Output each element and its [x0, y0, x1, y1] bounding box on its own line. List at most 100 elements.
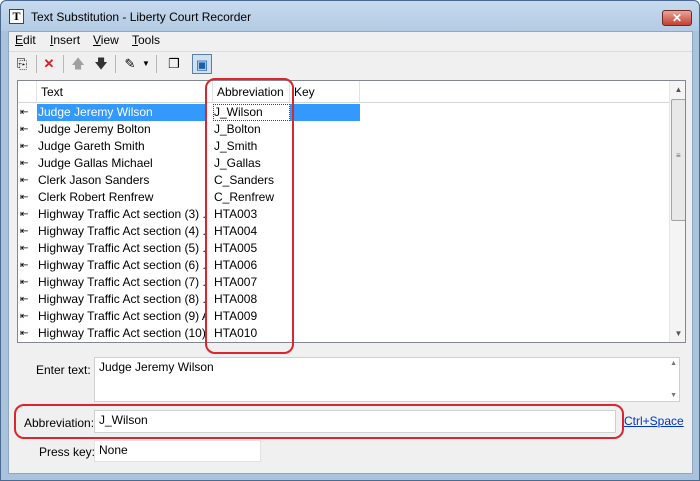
row-key [290, 291, 360, 308]
vertical-scrollbar[interactable]: ▲ ≡ ▼ [669, 81, 685, 342]
table-row[interactable]: ⇤ Judge Gareth Smith J_Smith [18, 138, 360, 155]
row-text: Highway Traffic Act section (4) ... [38, 224, 205, 238]
abbreviation-field-callout [14, 404, 624, 439]
table-row[interactable]: ⇤ Highway Traffic Act section (9) A... HTA… [18, 308, 360, 325]
enter-text-field[interactable]: Judge Jeremy Wilson ▲ ▼ [94, 357, 680, 402]
row-key [290, 240, 360, 257]
header-marker-column [18, 81, 37, 103]
row-text: Clerk Jason Sanders [38, 173, 150, 187]
enter-text-label: Enter text: [36, 363, 91, 377]
row-marker-icon: ⇤ [20, 277, 29, 288]
toolbar: ⎘ ✕ 🡅 🡇 ✎ ▼ ❐ ▣ [9, 51, 692, 75]
app-icon: T [9, 9, 24, 24]
row-key [290, 257, 360, 274]
row-marker-icon: ⇤ [20, 158, 29, 169]
dropdown-arrow-icon[interactable]: ▼ [140, 54, 152, 74]
menu-edit[interactable]: Edit [15, 33, 36, 47]
field-scroll-up-icon[interactable]: ▲ [670, 360, 677, 367]
row-text: Judge Gareth Smith [38, 139, 145, 153]
row-text: Clerk Robert Renfrew [38, 190, 154, 204]
header-text[interactable]: Text [37, 81, 213, 103]
abbreviation-column-callout [205, 78, 294, 354]
menu-tools[interactable]: Tools [132, 33, 160, 47]
row-key [290, 308, 360, 325]
toggle-view-icon[interactable]: ▣ [192, 54, 212, 74]
row-marker-icon: ⇤ [20, 192, 29, 203]
menu-label: nsert [53, 33, 81, 47]
table-row[interactable]: ⇤ Highway Traffic Act section (3) ... HTA0… [18, 206, 360, 223]
scroll-down-icon[interactable]: ▼ [670, 325, 685, 342]
table-row[interactable]: ⇤ Highway Traffic Act section (8) ... HTA0… [18, 291, 360, 308]
table-row[interactable]: ⇤ Judge Jeremy Bolton J_Bolton [18, 121, 360, 138]
row-key [290, 155, 360, 172]
row-marker-icon: ⇤ [20, 175, 29, 186]
window-title: Text Substitution - Liberty Court Record… [31, 10, 252, 24]
row-text: Highway Traffic Act section (5) ... [38, 241, 205, 255]
table-row[interactable]: ⇤ Highway Traffic Act section (10) ... HTA… [18, 325, 360, 342]
table-row[interactable]: ⇤ Judge Gallas Michael J_Gallas [18, 155, 360, 172]
row-key [290, 189, 360, 206]
substitution-table[interactable]: Text Abbreviation Key ⇤ Judge Jeremy Wils… [17, 80, 686, 343]
header-key[interactable]: Key [290, 81, 360, 103]
new-entry-icon[interactable]: ⎘ [12, 54, 32, 74]
menu-label: iew [100, 33, 119, 47]
row-marker-icon: ⇤ [20, 141, 29, 152]
table-row[interactable]: ⇤ Highway Traffic Act section (4) ... HTA0… [18, 223, 360, 240]
row-marker-icon: ⇤ [20, 124, 29, 135]
table-row[interactable]: ⇤ Highway Traffic Act section (5) ... HTA0… [18, 240, 360, 257]
delete-icon[interactable]: ✕ [39, 54, 59, 74]
menu-bar: Edit Insert View Tools [9, 32, 692, 50]
row-marker-icon: ⇤ [20, 260, 29, 271]
app-window: T Text Substitution - Liberty Court Reco… [0, 0, 700, 481]
row-key [290, 172, 360, 189]
toolbar-separator [63, 55, 64, 73]
move-down-icon[interactable]: 🡇 [91, 54, 111, 74]
close-button[interactable]: ✕ [662, 10, 692, 26]
row-text: Highway Traffic Act section (7) ... [38, 275, 205, 289]
edit-pen-icon[interactable]: ✎ [120, 54, 140, 74]
row-key [290, 223, 360, 240]
press-key-value: None [99, 443, 128, 457]
table-row[interactable]: ⇤ Highway Traffic Act section (6) ... HTA0… [18, 257, 360, 274]
toolbar-separator [115, 55, 116, 73]
row-marker-icon: ⇤ [20, 107, 29, 118]
row-key [290, 325, 360, 342]
grip-icon: ≡ [676, 151, 681, 160]
row-marker-icon: ⇤ [20, 294, 29, 305]
title-bar[interactable]: T Text Substitution - Liberty Court Reco… [1, 1, 699, 31]
row-marker-icon: ⇤ [20, 328, 29, 339]
row-marker-icon: ⇤ [20, 226, 29, 237]
press-key-label: Press key: [39, 445, 96, 459]
table-row[interactable]: ⇤ Clerk Jason Sanders C_Sanders [18, 172, 360, 189]
menu-label: ools [138, 33, 161, 47]
row-key [290, 274, 360, 291]
menu-accel: V [93, 33, 101, 47]
table-row[interactable]: ⇤ Clerk Robert Renfrew C_Renfrew [18, 189, 360, 206]
copy-icon[interactable]: ❐ [164, 54, 184, 74]
ctrl-space-link[interactable]: Ctrl+Space [624, 414, 684, 428]
row-text: Highway Traffic Act section (8) ... [38, 292, 205, 306]
field-scroll-down-icon[interactable]: ▼ [670, 392, 677, 399]
row-text: Judge Jeremy Bolton [38, 122, 151, 136]
toolbar-separator [36, 55, 37, 73]
row-text: Highway Traffic Act section (3) ... [38, 207, 205, 221]
press-key-field[interactable]: None [94, 440, 261, 462]
menu-insert[interactable]: Insert [50, 33, 80, 47]
row-key [290, 104, 360, 121]
menu-view[interactable]: View [93, 33, 119, 47]
row-marker-icon: ⇤ [20, 243, 29, 254]
row-key [290, 121, 360, 138]
table-header: Text Abbreviation Key [18, 81, 669, 103]
enter-text-value: Judge Jeremy Wilson [99, 360, 214, 374]
row-text: Highway Traffic Act section (10) ... [38, 326, 205, 340]
scroll-thumb[interactable]: ≡ [671, 99, 685, 221]
table-row[interactable]: ⇤ Highway Traffic Act section (7) ... HTA0… [18, 274, 360, 291]
row-key [290, 138, 360, 155]
move-up-icon[interactable]: 🡅 [68, 54, 88, 74]
row-text: Judge Gallas Michael [38, 156, 153, 170]
row-text: Highway Traffic Act section (6) ... [38, 258, 205, 272]
toolbar-separator [156, 55, 157, 73]
table-row[interactable]: ⇤ Judge Jeremy Wilson J_Wilson [18, 104, 360, 121]
row-text: Highway Traffic Act section (9) A... [38, 309, 205, 323]
scroll-up-icon[interactable]: ▲ [670, 81, 685, 98]
